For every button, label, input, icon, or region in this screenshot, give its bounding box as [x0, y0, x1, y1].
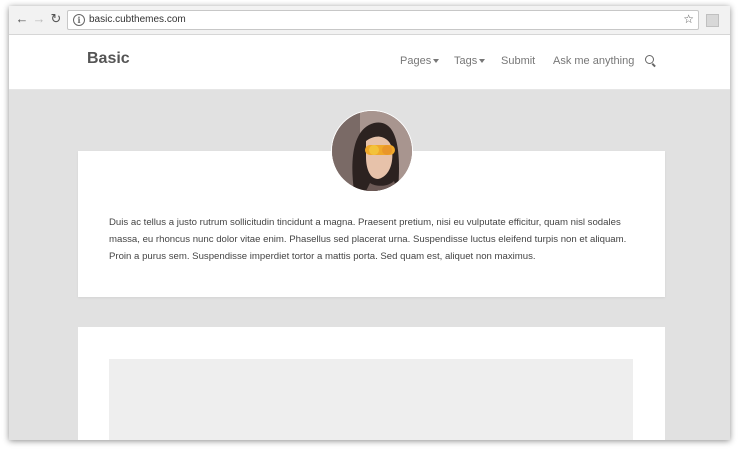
- nav-tags[interactable]: Tags: [454, 54, 486, 68]
- caret-down-icon: [433, 59, 440, 64]
- browser-toolbar: ← → ↻ i basic.cubthemes.com ☆: [9, 6, 730, 35]
- info-icon[interactable]: i: [73, 14, 85, 26]
- page-content: Duis ac tellus a justo rutrum sollicitud…: [9, 90, 730, 440]
- nav-pages[interactable]: Pages: [400, 54, 440, 68]
- caret-down-icon: [479, 59, 486, 64]
- address-bar[interactable]: i basic.cubthemes.com ☆: [67, 10, 699, 30]
- author-avatar[interactable]: [331, 110, 413, 192]
- nav-pages-label: Pages: [400, 55, 432, 67]
- nav-tags-label: Tags: [454, 55, 478, 67]
- star-icon[interactable]: ☆: [683, 12, 694, 26]
- site-header: Basic Pages Tags Submit Ask me anything: [9, 35, 730, 90]
- extension-icon[interactable]: [706, 14, 719, 27]
- post-image-placeholder[interactable]: [109, 359, 633, 440]
- search-icon[interactable]: [645, 55, 654, 64]
- nav-submit[interactable]: Submit: [501, 54, 535, 68]
- browser-window: ← → ↻ i basic.cubthemes.com ☆ Basic Page…: [9, 6, 730, 440]
- site-brand[interactable]: Basic: [87, 50, 130, 68]
- reload-icon[interactable]: ↻: [49, 12, 63, 26]
- nav-ask-me-anything[interactable]: Ask me anything: [553, 54, 634, 68]
- arrow-right-icon[interactable]: →: [32, 12, 46, 26]
- post-excerpt: Duis ac tellus a justo rutrum sollicitud…: [109, 217, 627, 262]
- post-card-2: [78, 327, 665, 440]
- arrow-left-icon[interactable]: ←: [15, 12, 29, 26]
- url-text[interactable]: basic.cubthemes.com: [89, 13, 186, 27]
- avatar-photo: [332, 111, 412, 191]
